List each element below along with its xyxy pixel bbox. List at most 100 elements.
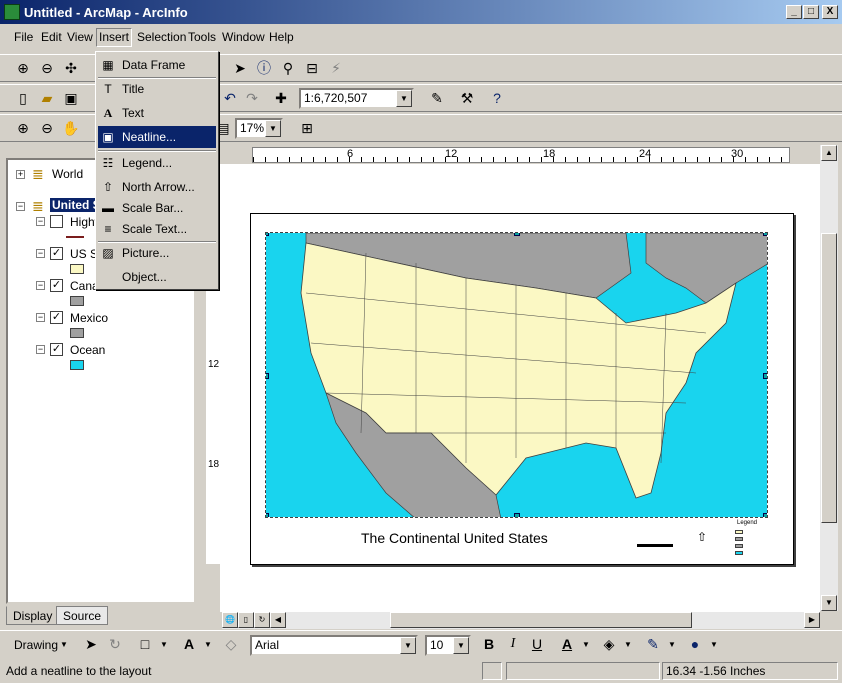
layer-visibility-checkbox[interactable]: ✓ <box>50 247 63 260</box>
toc-world-label[interactable]: World <box>52 167 83 181</box>
layout-view-icon[interactable]: ▯ <box>238 612 254 628</box>
scale-bar[interactable] <box>637 544 673 547</box>
chevron-down-icon[interactable]: ▼ <box>396 90 412 107</box>
map-title-text[interactable]: The Continental United States <box>361 530 548 546</box>
scroll-thumb[interactable] <box>390 612 692 628</box>
map-data-frame[interactable] <box>265 232 768 518</box>
chevron-down-icon[interactable]: ▼ <box>453 637 469 654</box>
measure-icon[interactable]: ⊟ <box>301 57 323 79</box>
font-size-combo[interactable]: 10 ▼ <box>425 635 471 656</box>
layer-visibility-checkbox[interactable]: ✓ <box>50 311 63 324</box>
font-color-icon[interactable]: A <box>556 633 578 655</box>
menu-item-title[interactable]: T Title <box>98 78 216 100</box>
tab-source[interactable]: Source <box>56 606 109 625</box>
selection-handle[interactable] <box>763 373 767 379</box>
menu-file[interactable]: File <box>14 30 33 44</box>
zoom-in-icon[interactable]: ⊕ <box>12 57 34 79</box>
collapse-us-toggle[interactable]: − <box>16 202 25 211</box>
identify-icon[interactable]: ⓘ <box>253 57 275 79</box>
menu-item-legend[interactable]: ☷ Legend... <box>98 152 216 174</box>
selection-handle[interactable] <box>266 233 269 236</box>
menu-help[interactable]: Help <box>269 30 294 44</box>
menu-item-scale-bar[interactable]: ▬ Scale Bar... <box>98 197 216 219</box>
menu-view[interactable]: View <box>67 30 93 44</box>
menu-selection[interactable]: Selection <box>137 30 186 44</box>
fixed-zoom-in-icon[interactable]: ✣ <box>60 57 82 79</box>
menu-item-north-arrow[interactable]: ⇧ North Arrow... <box>98 176 216 198</box>
arcmap-app-icon[interactable] <box>4 4 20 20</box>
chevron-down-icon[interactable]: ▼ <box>265 120 281 137</box>
horizontal-scrollbar[interactable]: 🌐 ▯ ↻ ◀ ▶ <box>222 612 820 629</box>
selection-handle[interactable] <box>514 513 520 517</box>
chevron-down-icon[interactable]: ▼ <box>624 640 632 649</box>
minimize-button[interactable]: _ <box>786 5 802 19</box>
map-scale-combo[interactable]: 1:6,720,507 ▼ <box>299 88 414 109</box>
line-color-icon[interactable]: ✎ <box>642 633 664 655</box>
editor-toolbar-icon[interactable]: ✎ <box>426 87 448 109</box>
collapse-layer-toggle[interactable]: − <box>36 345 45 354</box>
underline-button[interactable]: U <box>526 633 548 655</box>
toc-layer-label[interactable]: Mexico <box>70 311 108 325</box>
bold-button[interactable]: B <box>478 633 500 655</box>
zoom-in-page-icon[interactable]: ⊕ <box>12 117 34 139</box>
menu-item-scale-text[interactable]: ≡ Scale Text... <box>98 218 216 240</box>
selection-handle[interactable] <box>514 233 520 236</box>
chevron-down-icon[interactable]: ▼ <box>710 640 718 649</box>
menu-item-neatline[interactable]: ▣ Neatline... <box>98 126 216 148</box>
selection-handle[interactable] <box>266 513 269 517</box>
undo-icon[interactable]: ↶ <box>219 87 241 109</box>
toc-layer-label[interactable]: Ocean <box>70 343 105 357</box>
chevron-down-icon[interactable]: ▼ <box>582 640 590 649</box>
close-button[interactable]: X <box>822 5 838 19</box>
marker-color-icon[interactable]: ● <box>684 633 706 655</box>
scroll-thumb[interactable] <box>821 233 837 523</box>
chevron-down-icon[interactable]: ▼ <box>60 640 68 649</box>
chevron-down-icon[interactable]: ▼ <box>204 640 212 649</box>
scroll-left-icon[interactable]: ◀ <box>270 612 286 628</box>
collapse-layer-toggle[interactable]: − <box>36 249 45 258</box>
tab-display[interactable]: Display <box>6 606 60 625</box>
menu-edit[interactable]: Edit <box>41 30 62 44</box>
collapse-layer-toggle[interactable]: − <box>36 313 45 322</box>
add-data-icon[interactable]: ✚ <box>270 87 292 109</box>
select-elements-icon[interactable]: ➤ <box>80 633 102 655</box>
legend-box[interactable]: Legend <box>733 520 759 560</box>
menu-item-data-frame[interactable]: ▦ Data Frame <box>98 54 216 76</box>
menu-item-text[interactable]: A Text <box>98 102 216 124</box>
layer-visibility-checkbox[interactable]: ✓ <box>50 343 63 356</box>
pan-page-icon[interactable]: ✋ <box>60 117 82 139</box>
chevron-down-icon[interactable]: ▼ <box>668 640 676 649</box>
find-icon[interactable]: ⚲ <box>277 57 299 79</box>
new-document-icon[interactable]: ▯ <box>12 87 34 109</box>
new-text-icon[interactable]: A <box>178 633 200 655</box>
zoom-out-page-icon[interactable]: ⊖ <box>36 117 58 139</box>
menu-item-object[interactable]: Object... <box>98 266 216 288</box>
data-view-icon[interactable]: 🌐 <box>222 612 238 628</box>
collapse-layer-toggle[interactable]: − <box>36 217 45 226</box>
rotate-icon[interactable]: ↻ <box>104 633 126 655</box>
menu-window[interactable]: Window <box>222 30 265 44</box>
fill-color-icon[interactable]: ◈ <box>598 633 620 655</box>
layer-visibility-checkbox[interactable] <box>50 215 63 228</box>
menu-item-picture[interactable]: ▨ Picture... <box>98 242 216 264</box>
scroll-down-icon[interactable]: ▼ <box>821 595 837 611</box>
rectangle-icon[interactable]: □ <box>134 633 156 655</box>
north-arrow-icon[interactable]: ⇧ <box>697 530 707 544</box>
collapse-layer-toggle[interactable]: − <box>36 281 45 290</box>
selection-handle[interactable] <box>763 233 767 236</box>
vertical-scrollbar[interactable]: ▲ ▼ <box>820 145 838 611</box>
scroll-right-icon[interactable]: ▶ <box>804 612 820 628</box>
save-icon[interactable]: ▣ <box>60 87 82 109</box>
zoom-out-icon[interactable]: ⊖ <box>36 57 58 79</box>
selection-handle[interactable] <box>266 373 269 379</box>
menu-tools[interactable]: Tools <box>188 30 216 44</box>
chevron-down-icon[interactable]: ▼ <box>400 637 416 654</box>
expand-world-toggle[interactable]: + <box>16 170 25 179</box>
zoom-percent-combo[interactable]: 17% ▼ <box>235 118 283 139</box>
italic-button[interactable]: I <box>502 633 524 655</box>
drawing-menu-label[interactable]: Drawing <box>14 638 58 652</box>
redo-icon[interactable]: ↷ <box>241 87 263 109</box>
change-layout-icon[interactable]: ⊞ <box>296 117 318 139</box>
menu-insert[interactable]: Insert <box>96 28 133 47</box>
open-folder-icon[interactable]: ▰ <box>36 87 58 109</box>
